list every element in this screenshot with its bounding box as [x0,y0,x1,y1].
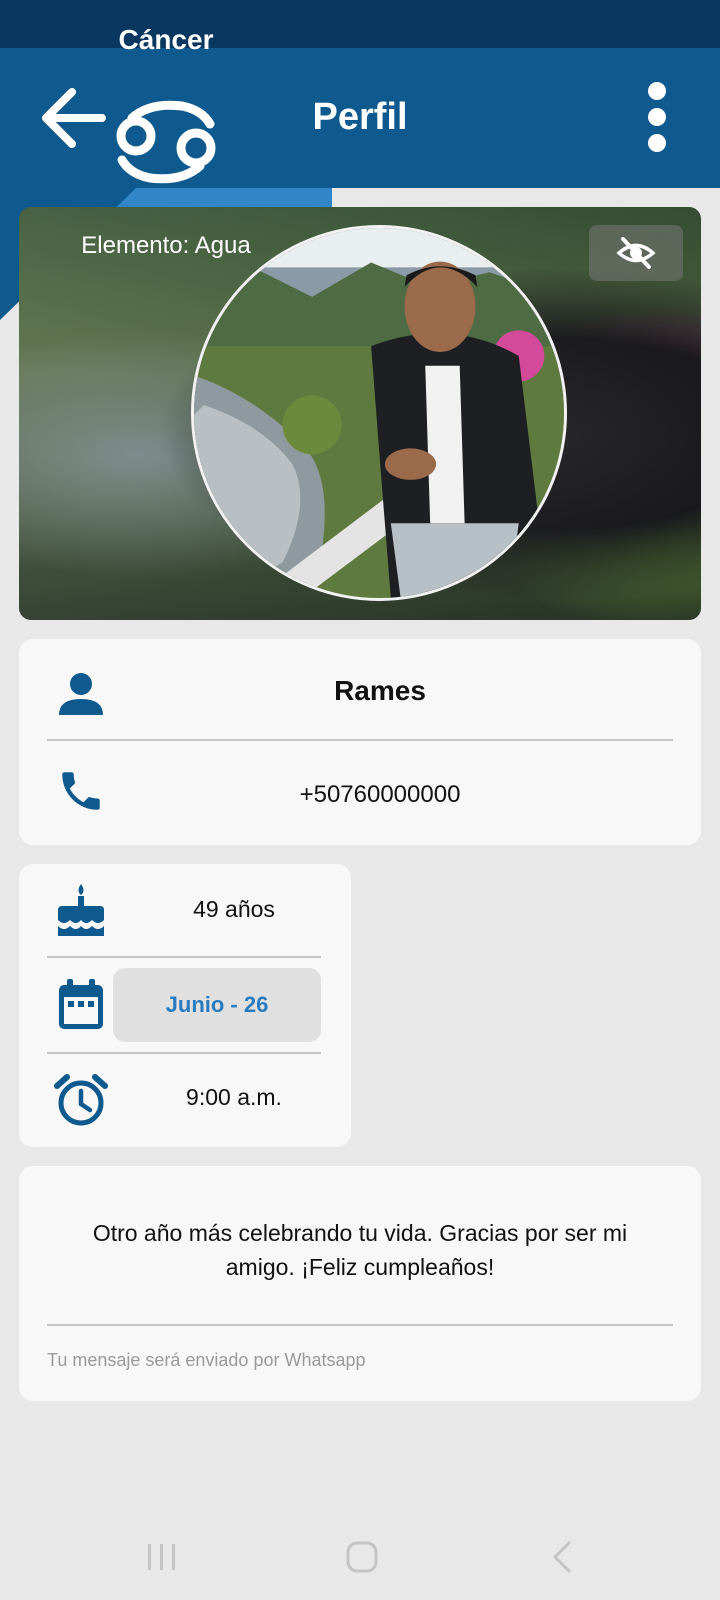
contact-name: Rames [334,675,426,706]
home-icon [346,1541,378,1573]
contact-card: Rames +50760000000 [19,639,701,845]
age-text: 49 años [193,896,275,922]
system-navigation-bar [0,1512,720,1600]
birthday-message[interactable]: Otro año más celebrando tu vida. Gracias… [59,1216,661,1284]
system-back-button[interactable] [532,1532,592,1582]
contact-phone[interactable]: +50760000000 [129,781,631,809]
divider [47,739,673,741]
message-card: Otro año más celebrando tu vida. Gracias… [19,1166,701,1401]
divider [47,956,321,958]
person-icon [51,663,111,723]
home-button[interactable] [332,1532,392,1582]
hide-photo-button[interactable] [589,225,683,281]
eye-off-icon [616,237,656,269]
recents-icon [148,1544,175,1570]
avatar[interactable] [191,225,567,601]
back-chevron-icon [553,1541,571,1573]
message-hint: Tu mensaje será enviado por Whatsapp [47,1350,366,1370]
recents-button[interactable] [132,1532,192,1582]
zodiac-sign: Cáncer [118,24,214,55]
birthday-time: 9:00 a.m. [186,1084,282,1110]
alarm-clock-icon [49,1068,113,1132]
divider [47,1052,321,1054]
cake-icon [49,878,113,942]
cancer-zodiac-icon [116,100,216,184]
phone-icon[interactable] [51,761,111,821]
arrow-left-icon [42,88,106,148]
divider [47,1324,673,1326]
birthday-info-card: 49 años Junio - 26 9:00 a.m. [19,864,351,1147]
birthday-date-chip[interactable]: Junio - 26 [113,968,321,1042]
profile-photo-card [19,207,701,620]
more-vertical-icon [640,82,674,152]
more-options-button[interactable] [640,82,674,154]
back-button[interactable] [36,80,108,156]
calendar-icon [49,972,113,1036]
